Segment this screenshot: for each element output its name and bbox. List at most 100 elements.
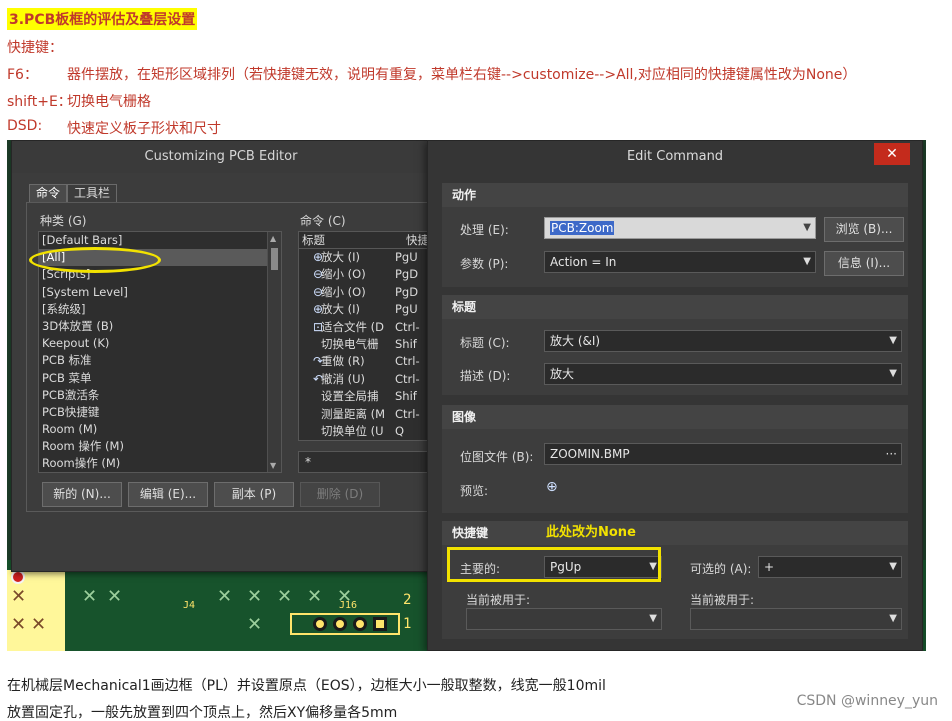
list-item[interactable]: [System Level]	[39, 284, 281, 301]
description-value: 放大	[550, 367, 575, 381]
description-combo[interactable]: 放大 ▼	[544, 363, 902, 385]
pcb-cross-icon: ✕	[307, 586, 323, 607]
process-value: PCB:Zoom	[550, 221, 615, 235]
tab-toolbars[interactable]: 工具栏	[67, 184, 118, 202]
list-item[interactable]: PCB 菜单	[39, 370, 281, 387]
command-shortcut: Ctrl-	[395, 371, 420, 386]
command-row[interactable]: 切换单位 (U Q	[299, 423, 431, 440]
shortcut-key: F6：	[7, 67, 38, 83]
command-shortcut: Shif	[395, 336, 417, 351]
command-row[interactable]: 切换电气栅 Shif	[299, 336, 431, 353]
pcb-pad	[313, 617, 327, 631]
command-title: 放大 (I)	[321, 302, 361, 317]
chevron-down-icon[interactable]: ▼	[889, 557, 897, 577]
footer-line-1: 在机械层Mechanical1画边框（PL）并设置原点（EOS），边框大小一般取…	[7, 678, 606, 694]
section-header: 图像	[442, 405, 908, 429]
shortcut-desc: 切换电气栅格	[67, 94, 151, 110]
command-title: 测量距离 (M	[321, 406, 386, 421]
chevron-down-icon[interactable]: ▼	[889, 331, 897, 351]
category-scrollbar[interactable]: ▲ ▼	[267, 232, 281, 472]
shortcut-line-dsd: DSD: 快速定义板子形状和尺寸	[7, 118, 221, 138]
section-header: 快捷键	[442, 521, 908, 545]
chevron-down-icon[interactable]: ▼	[803, 218, 811, 238]
edit-button[interactable]: 编辑 (E)...	[128, 482, 208, 507]
zoom-in-icon: ⊕	[313, 302, 324, 317]
more-icon[interactable]: ···	[886, 444, 897, 464]
tab-commands[interactable]: 命令	[29, 184, 68, 202]
list-item[interactable]: Room (M)	[39, 421, 281, 438]
caption-combo[interactable]: 放大 (&I) ▼	[544, 330, 902, 352]
params-combo[interactable]: Action = In ▼	[544, 251, 816, 273]
scroll-down-icon[interactable]: ▼	[270, 461, 276, 470]
info-button[interactable]: 信息 (I)...	[824, 251, 904, 276]
command-list-header: 标题 快捷	[299, 232, 431, 249]
pcb-origin-marker	[11, 570, 25, 584]
close-icon[interactable]: ✕	[874, 143, 910, 165]
command-row[interactable]: ⊖ 缩小 (O) PgD	[299, 284, 431, 301]
command-title: 缩小 (O)	[321, 267, 366, 282]
used-by-label: 当前被用于:	[466, 593, 531, 607]
command-list[interactable]: 标题 快捷 ⊕ 放大 (I) PgU ⊖ 缩小 (O) PgD ⊖ 缩小 (O) PgD ⊕…	[298, 231, 432, 441]
zoom-out-icon: ⊖	[313, 267, 324, 282]
blank-icon	[299, 423, 317, 440]
command-row[interactable]: ⊖ 缩小 (O) PgD	[299, 266, 431, 283]
command-title: 设置全局捕	[321, 389, 379, 404]
command-row[interactable]: ↶ 撤消 (U) Ctrl-	[299, 371, 431, 388]
copy-button[interactable]: 副本 (P)	[214, 482, 294, 507]
annotation-text: 此处改为None	[546, 525, 636, 540]
optional-label: 可选的 (A):	[690, 562, 752, 576]
pcb-cross-icon: ✕	[107, 586, 123, 607]
new-button[interactable]: 新的 (N)...	[42, 482, 122, 507]
pcb-ref-label: J16	[339, 600, 358, 611]
pcb-ref-label: 1	[403, 616, 412, 632]
scroll-up-icon[interactable]: ▲	[270, 234, 276, 243]
pcb-cross-icon: ✕	[277, 586, 293, 607]
annotation-ellipse	[29, 247, 161, 273]
command-filter-input[interactable]: *	[298, 451, 432, 473]
shortcuts-title: 快捷键：	[7, 40, 63, 56]
used-by-field[interactable]: ▼	[466, 608, 662, 630]
shortcut-key: shift+E：	[7, 94, 72, 110]
list-item[interactable]: PCB 标准	[39, 352, 281, 369]
column-header-title[interactable]: 标题	[299, 232, 403, 248]
scrollbar-thumb[interactable]	[271, 248, 278, 270]
list-item[interactable]: PCB激活条	[39, 387, 281, 404]
command-row[interactable]: 测量距离 (M Ctrl-	[299, 406, 431, 423]
browse-button[interactable]: 浏览 (B)...	[824, 217, 904, 242]
chevron-down-icon[interactable]: ▼	[889, 609, 897, 629]
list-item[interactable]: 3D体放置 (B)	[39, 318, 281, 335]
used-by-label-2: 当前被用于:	[690, 593, 755, 607]
command-row[interactable]: 设置全局捕 Shif	[299, 388, 431, 405]
list-item[interactable]: Keepout (K)	[39, 335, 281, 352]
dialog-title-text: Edit Command	[626, 149, 724, 164]
used-by-field-2[interactable]: ▼	[690, 608, 902, 630]
bitmap-label: 位图文件 (B):	[460, 450, 534, 464]
preview-label: 预览:	[460, 484, 489, 498]
command-row[interactable]: ↷ 重做 (R) Ctrl-	[299, 353, 431, 370]
command-row[interactable]: ⊕ 放大 (I) PgU	[299, 301, 431, 318]
chevron-down-icon[interactable]: ▼	[889, 364, 897, 384]
blank-icon	[299, 388, 317, 405]
command-row[interactable]: ⊕ 放大 (I) PgU	[299, 249, 431, 266]
description-label: 描述 (D):	[460, 369, 511, 383]
list-item[interactable]: PCB快捷键	[39, 404, 281, 421]
commands-label: 命令 (C)	[300, 214, 346, 228]
pcb-pad	[353, 617, 367, 631]
chevron-down-icon[interactable]: ▼	[649, 609, 657, 629]
command-row[interactable]: ⊡ 适合文件 (D Ctrl-	[299, 319, 431, 336]
bitmap-field[interactable]: ZOOMIN.BMP ···	[544, 443, 902, 465]
list-item[interactable]: Room操作 (M)	[39, 455, 281, 472]
optional-shortcut-combo[interactable]: + ▼	[758, 556, 902, 578]
list-item[interactable]: Room 操作 (M)	[39, 438, 281, 455]
list-item[interactable]: [系统级]	[39, 301, 281, 318]
column-header-shortcut[interactable]: 快捷	[403, 232, 429, 248]
command-shortcut: Q	[395, 423, 405, 438]
shortcut-key: DSD:	[7, 118, 43, 134]
command-shortcut: Ctrl-	[395, 354, 420, 369]
delete-button[interactable]: 删除 (D)	[300, 482, 380, 507]
process-combo[interactable]: PCB:Zoom ▼	[544, 217, 816, 239]
zoom-in-icon: ⊕	[313, 250, 324, 264]
zoom-out-icon: ⊖	[313, 284, 324, 299]
dialog-title: Customizing PCB Editor	[12, 141, 430, 173]
chevron-down-icon[interactable]: ▼	[803, 252, 811, 272]
